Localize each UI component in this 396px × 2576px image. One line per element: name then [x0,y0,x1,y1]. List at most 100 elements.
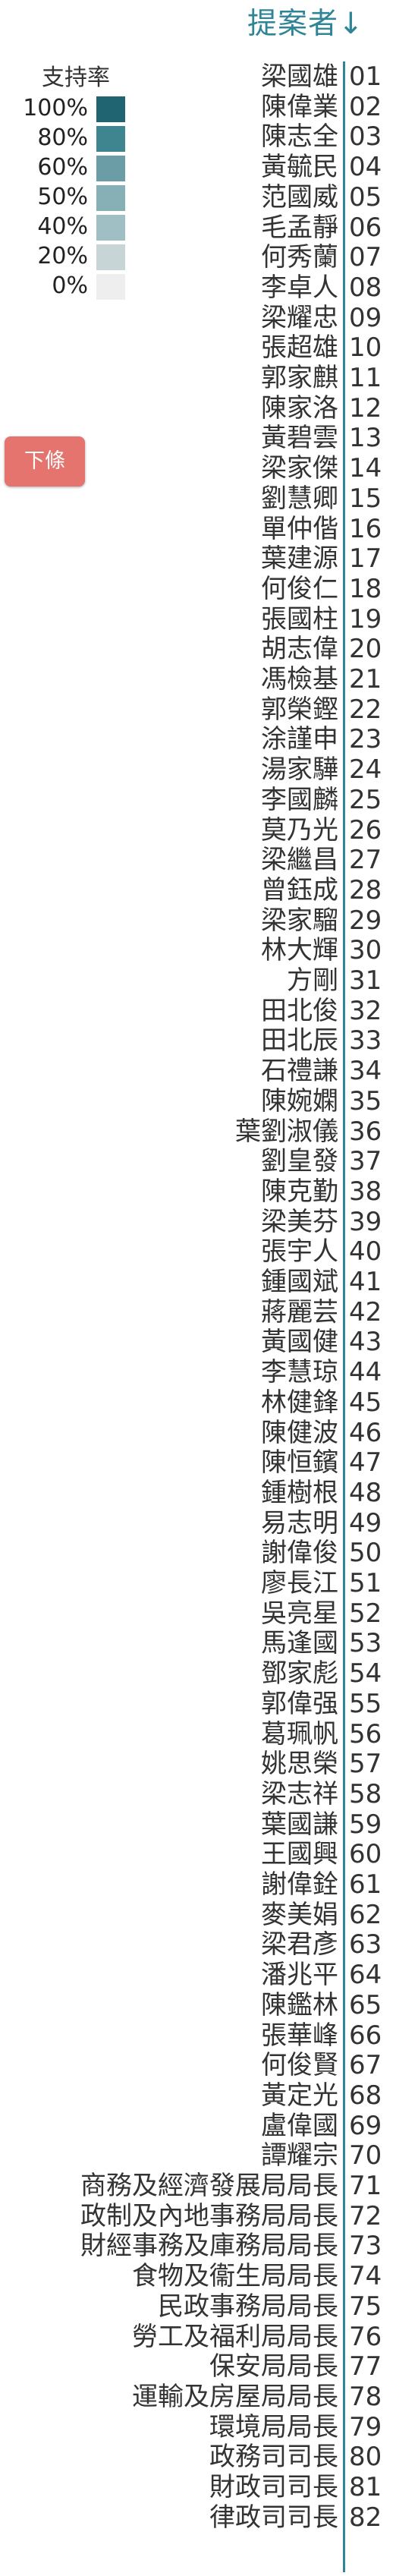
proposer-row[interactable]: 律政司司長 82 [0,2502,396,2533]
proposer-row[interactable]: 蔣麗芸 42 [0,1297,396,1327]
proposer-row[interactable]: 梁君彥 63 [0,1929,396,1960]
proposer-name: 曾鈺成 [261,875,338,905]
proposer-row[interactable]: 鍾國斌 41 [0,1267,396,1297]
proposer-row[interactable]: 郭家麒 11 [0,363,396,393]
proposer-row[interactable]: 吳亮星 52 [0,1598,396,1629]
proposer-row[interactable]: 陳志全 03 [0,121,396,152]
proposer-row[interactable]: 運輸及房屋局局長 78 [0,2382,396,2412]
proposer-row[interactable]: 林健鋒 45 [0,1387,396,1418]
proposer-row[interactable]: 潘兆平 64 [0,1960,396,1990]
proposer-row[interactable]: 單仲偕 16 [0,514,396,544]
proposer-number: 38 [349,1176,382,1207]
proposer-row[interactable]: 涂謹申 23 [0,724,396,754]
proposer-number: 05 [349,182,382,213]
proposer-row[interactable]: 財政司司長 81 [0,2472,396,2502]
proposer-row[interactable]: 麥美娟 62 [0,1900,396,1930]
proposer-row[interactable]: 謝偉俊 50 [0,1538,396,1568]
proposer-row[interactable]: 張宇人 40 [0,1236,396,1267]
proposer-row[interactable]: 黃碧雲 13 [0,423,396,453]
proposer-sort-header[interactable]: 提案者↓ [247,2,391,47]
proposer-row[interactable]: 張國柱 19 [0,604,396,635]
proposer-row[interactable]: 陳婉嫻 35 [0,1086,396,1116]
proposer-number: 79 [349,2412,382,2442]
proposer-row[interactable]: 郭偉强 55 [0,1689,396,1719]
proposer-row[interactable]: 政務司司長 80 [0,2442,396,2472]
proposer-name: 蔣麗芸 [261,1297,338,1327]
proposer-row[interactable]: 馮檢基 21 [0,664,396,694]
proposer-row[interactable]: 湯家驊 24 [0,754,396,785]
proposer-row[interactable]: 梁耀忠 09 [0,303,396,333]
proposer-number: 62 [349,1900,382,1930]
proposer-row[interactable]: 梁家騮 29 [0,905,396,936]
proposer-row[interactable]: 葉劉淑儀 36 [0,1116,396,1147]
proposer-row[interactable]: 李慧琼 44 [0,1357,396,1387]
proposer-row[interactable]: 盧偉國 69 [0,2111,396,2141]
proposer-row[interactable]: 陳鑑林 65 [0,1990,396,2020]
proposer-row[interactable]: 陳克勤 38 [0,1176,396,1207]
proposer-row[interactable]: 梁美芬 39 [0,1207,396,1237]
proposer-number: 82 [349,2502,382,2533]
proposer-row[interactable]: 梁國雄 01 [0,61,396,92]
proposer-row[interactable]: 陳恒鑌 47 [0,1447,396,1478]
proposer-row[interactable]: 民政事務局局長 75 [0,2291,396,2322]
proposer-name: 梁家騮 [261,905,338,936]
proposer-row[interactable]: 劉慧卿 15 [0,483,396,514]
proposer-row[interactable]: 陳家洛 12 [0,393,396,424]
proposer-row[interactable]: 毛孟靜 06 [0,213,396,243]
proposer-row[interactable]: 梁家傑 14 [0,453,396,483]
proposer-row[interactable]: 鍾樹根 48 [0,1478,396,1508]
proposer-row[interactable]: 政制及內地事務局局長 72 [0,2201,396,2231]
proposer-row[interactable]: 易志明 49 [0,1508,396,1538]
proposer-row[interactable]: 林大輝 30 [0,935,396,965]
proposer-number: 08 [349,272,382,303]
proposer-row[interactable]: 何秀蘭 07 [0,242,396,272]
proposer-row[interactable]: 范國威 05 [0,182,396,213]
proposer-row[interactable]: 財經事務及庫務局局長 73 [0,2231,396,2261]
proposer-row[interactable]: 李國麟 25 [0,785,396,815]
proposer-row[interactable]: 胡志偉 20 [0,634,396,664]
proposer-row[interactable]: 葉國謙 59 [0,1809,396,1840]
proposer-row[interactable]: 勞工及福利局局長 76 [0,2322,396,2352]
proposer-row[interactable]: 莫乃光 26 [0,815,396,846]
proposer-row[interactable]: 環境局局長 79 [0,2412,396,2442]
proposer-row[interactable]: 郭榮鏗 22 [0,694,396,725]
proposer-row[interactable]: 保安局局長 77 [0,2351,396,2382]
proposer-row[interactable]: 方剛 31 [0,965,396,996]
proposer-row[interactable]: 姚思榮 57 [0,1749,396,1779]
proposer-row[interactable]: 譚耀宗 70 [0,2140,396,2171]
proposer-name: 張國柱 [261,604,338,635]
proposer-row[interactable]: 田北俊 32 [0,996,396,1026]
proposer-row[interactable]: 廖長江 51 [0,1568,396,1598]
proposer-number: 78 [349,2382,382,2412]
proposer-row[interactable]: 梁繼昌 27 [0,845,396,875]
proposer-name: 單仲偕 [261,514,338,544]
proposer-row[interactable]: 馬逢國 53 [0,1628,396,1658]
proposer-name: 政制及內地事務局局長 [80,2201,338,2231]
proposer-number: 43 [349,1327,382,1357]
proposer-row[interactable]: 李卓人 08 [0,272,396,303]
proposer-row[interactable]: 黃毓民 04 [0,152,396,182]
proposer-row[interactable]: 何俊仁 18 [0,574,396,604]
proposer-row[interactable]: 張華峰 66 [0,2020,396,2051]
proposer-row[interactable]: 陳偉業 02 [0,92,396,122]
proposer-name: 馮檢基 [261,664,338,694]
proposer-row[interactable]: 商務及經濟發展局局長 71 [0,2171,396,2201]
proposer-name: 郭榮鏗 [261,694,338,725]
proposer-row[interactable]: 黃定光 68 [0,2080,396,2111]
proposer-row[interactable]: 陳健波 46 [0,1418,396,1448]
proposer-row[interactable]: 王國興 60 [0,1839,396,1869]
proposer-row[interactable]: 曾鈺成 28 [0,875,396,905]
proposer-row[interactable]: 食物及衞生局局長 74 [0,2261,396,2291]
proposer-name: 何秀蘭 [261,242,338,272]
proposer-row[interactable]: 張超雄 10 [0,332,396,363]
proposer-row[interactable]: 黃國健 43 [0,1327,396,1357]
proposer-row[interactable]: 何俊賢 67 [0,2050,396,2080]
proposer-row[interactable]: 鄧家彪 54 [0,1658,396,1689]
proposer-row[interactable]: 謝偉銓 61 [0,1869,396,1900]
proposer-row[interactable]: 梁志祥 58 [0,1779,396,1809]
proposer-row[interactable]: 田北辰 33 [0,1025,396,1056]
proposer-row[interactable]: 葉建源 17 [0,543,396,574]
proposer-row[interactable]: 劉皇發 37 [0,1146,396,1176]
proposer-row[interactable]: 石禮謙 34 [0,1056,396,1086]
proposer-row[interactable]: 葛珮帆 56 [0,1719,396,1749]
